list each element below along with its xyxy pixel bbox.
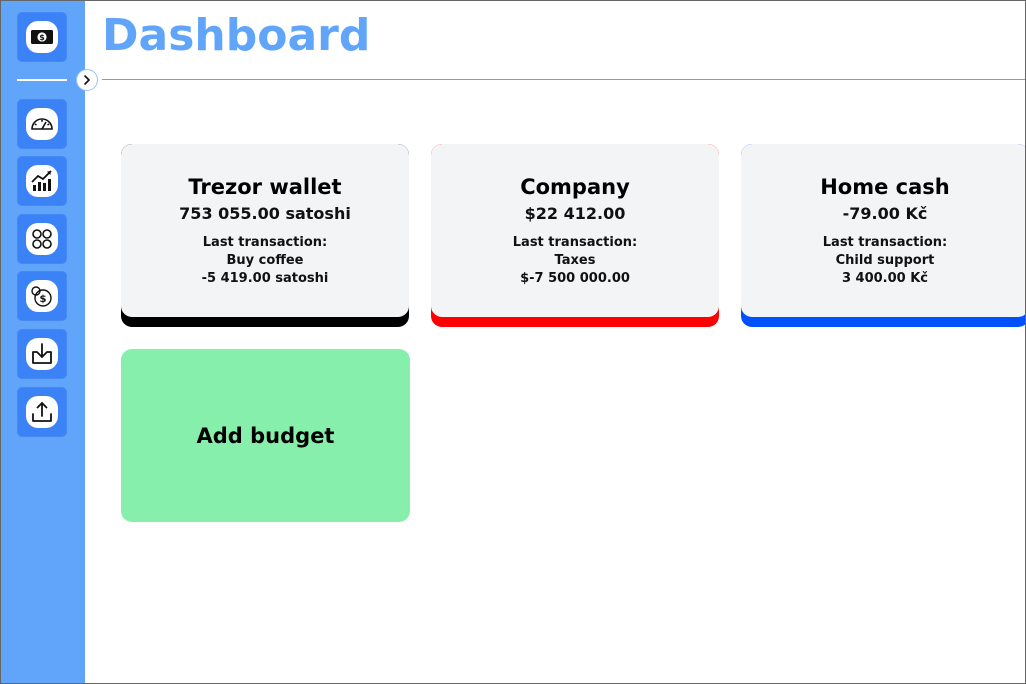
budget-card-company[interactable]: Company $22 412.00 Last transaction: Tax… <box>431 144 719 327</box>
chart-icon <box>26 165 58 197</box>
budget-name: Trezor wallet <box>188 175 342 199</box>
budget-balance: -79.00 Kč <box>842 204 928 223</box>
sidebar-item-import[interactable] <box>17 329 67 379</box>
budget-balance: 753 055.00 satoshi <box>179 204 351 223</box>
last-transaction-label: Last transaction: <box>512 235 638 250</box>
add-budget-button[interactable]: Add budget <box>121 349 410 522</box>
budget-card-home-cash[interactable]: Home cash -79.00 Kč Last transaction: Ch… <box>741 144 1025 327</box>
last-transaction-label: Last transaction: <box>822 235 948 250</box>
svg-text:$: $ <box>40 294 47 305</box>
title-divider <box>102 79 1025 80</box>
money-icon: $ <box>26 21 58 53</box>
last-transaction-description: Buy coffee <box>226 253 304 268</box>
svg-text:$: $ <box>39 33 45 42</box>
budget-balance: $22 412.00 <box>524 204 626 223</box>
page-title: Dashboard <box>102 10 371 61</box>
sidebar-item-currencies[interactable]: $ <box>17 271 67 321</box>
budget-card-body: Company $22 412.00 Last transaction: Tax… <box>431 144 719 317</box>
last-transaction-label: Last transaction: <box>202 235 328 250</box>
chevron-right-icon <box>84 75 90 85</box>
budget-card-trezor-wallet[interactable]: Trezor wallet 753 055.00 satoshi Last tr… <box>121 144 409 327</box>
sidebar-divider <box>17 79 67 81</box>
sidebar-item-export[interactable] <box>17 387 67 437</box>
last-transaction-description: Child support <box>835 253 935 268</box>
gauge-icon <box>26 108 58 140</box>
import-icon <box>26 338 58 370</box>
last-transaction-amount: $-7 500 000.00 <box>520 271 630 286</box>
app-window: $ $ Dashboard Trezor wallet 753 055.00 s… <box>0 0 1026 684</box>
sidebar-item-dashboard[interactable] <box>17 99 67 149</box>
last-transaction-amount: 3 400.00 Kč <box>841 271 929 286</box>
export-icon <box>26 396 58 428</box>
add-budget-label: Add budget <box>196 423 335 448</box>
sidebar-item-home[interactable]: $ <box>17 12 67 62</box>
sidebar-item-statistics[interactable] <box>17 156 67 206</box>
sidebar: $ $ <box>1 1 85 683</box>
budget-name: Company <box>520 175 630 199</box>
coins-icon: $ <box>26 280 58 312</box>
sidebar-toggle-button[interactable] <box>76 69 98 91</box>
budget-card-body: Trezor wallet 753 055.00 satoshi Last tr… <box>121 144 409 317</box>
budget-name: Home cash <box>820 175 950 199</box>
budget-card-body: Home cash -79.00 Kč Last transaction: Ch… <box>741 144 1025 317</box>
last-transaction-description: Taxes <box>554 253 596 268</box>
apps-icon <box>26 223 58 255</box>
sidebar-item-categories[interactable] <box>17 214 67 264</box>
last-transaction-amount: -5 419.00 satoshi <box>201 271 329 286</box>
